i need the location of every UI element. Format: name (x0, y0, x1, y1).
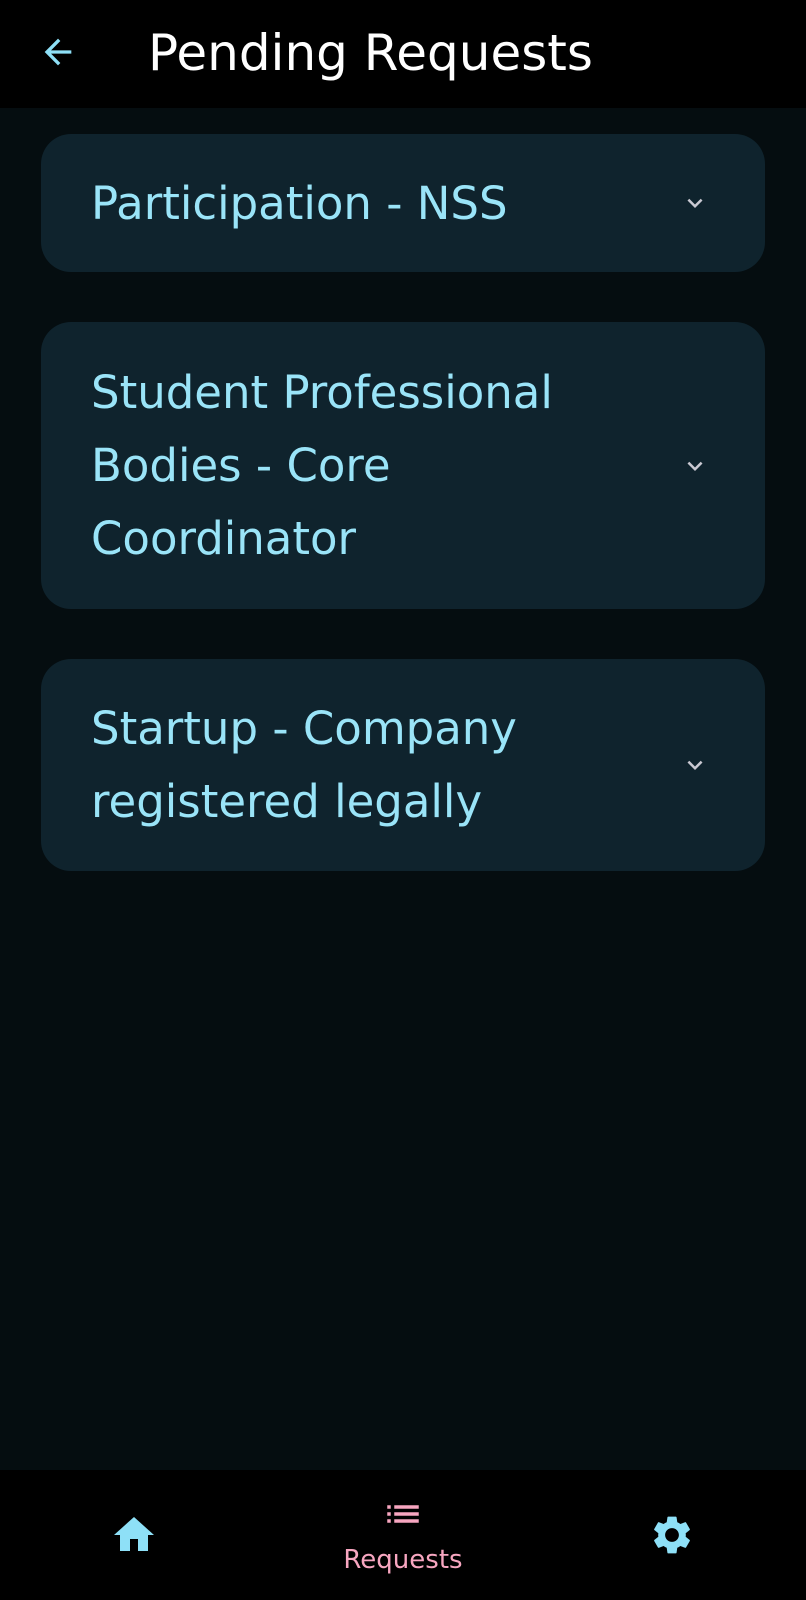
request-card-student-professional-bodies[interactable]: Student Professional Bodies - Core Coord… (41, 322, 765, 609)
nav-label-requests: Requests (343, 1545, 463, 1575)
list-icon (387, 1505, 419, 1523)
chevron-down-icon[interactable] (680, 451, 710, 481)
top-app-bar: Pending Requests (0, 0, 806, 108)
chevron-down-icon[interactable] (680, 750, 710, 780)
nav-item-requests[interactable]: Requests (318, 1470, 488, 1600)
request-card-label: Participation - NSS (91, 176, 508, 230)
nav-item-settings[interactable] (622, 1470, 722, 1600)
back-button[interactable] (30, 24, 86, 80)
chevron-down-icon[interactable] (680, 188, 710, 218)
request-card-participation-nss[interactable]: Participation - NSS (41, 134, 765, 272)
request-card-label: Student Professional Bodies - Core Coord… (91, 366, 553, 565)
request-card-label: Startup - Company registered legally (91, 702, 517, 828)
request-list: Participation - NSS Student Professional… (41, 134, 765, 921)
app-screen: Pending Requests Participation - NSS Stu… (0, 0, 806, 1600)
page-title: Pending Requests (148, 24, 593, 82)
gear-icon (654, 1516, 690, 1554)
nav-item-home[interactable] (84, 1470, 184, 1600)
request-card-startup[interactable]: Startup - Company registered legally (41, 659, 765, 871)
arrow-left-icon (44, 38, 72, 66)
bottom-navigation-bar: Requests (0, 1470, 806, 1600)
home-icon (114, 1517, 154, 1551)
